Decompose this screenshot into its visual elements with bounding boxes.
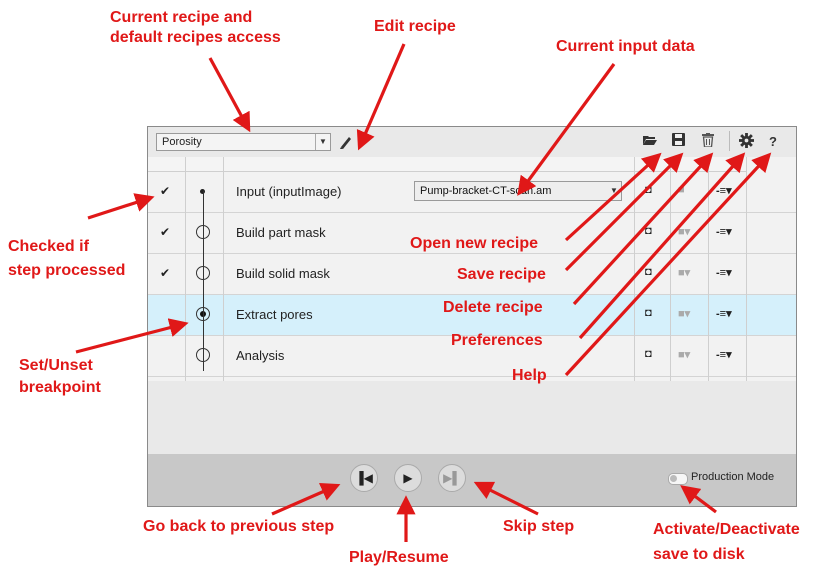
- arrow-recipe-dropdown: [208, 57, 251, 133]
- camera-icon[interactable]: ◘: [645, 225, 652, 237]
- processed-check-icon: ✔: [160, 225, 171, 239]
- chevron-down-icon: ▼: [610, 186, 618, 195]
- save-to-disk-icon[interactable]: ■▾: [678, 348, 690, 361]
- input-data-dropdown[interactable]: Pump-bracket-CT-scan.am ▼: [414, 181, 622, 201]
- trash-icon: [702, 133, 714, 148]
- processed-check-icon: ✔: [160, 266, 171, 280]
- options-dropdown-icon[interactable]: -≡▾: [716, 307, 732, 320]
- column-divider: [185, 157, 186, 381]
- camera-icon[interactable]: ◘: [645, 266, 652, 278]
- options-dropdown-icon[interactable]: -≡▾: [716, 184, 732, 197]
- column-divider: [746, 157, 747, 381]
- annotation-play-resume: Play/Resume: [349, 549, 449, 566]
- gear-icon: [738, 133, 754, 148]
- steps-table-header: [148, 157, 746, 172]
- annotation-set-unset-breakpoint: Set/Unset breakpoint: [19, 357, 101, 396]
- annotation-skip-step: Skip step: [503, 518, 575, 535]
- production-mode-label: Production Mode: [691, 471, 775, 483]
- recipe-dropdown[interactable]: Porosity ▼: [156, 133, 331, 151]
- options-dropdown-icon[interactable]: -≡▾: [716, 266, 732, 279]
- edit-recipe-button[interactable]: [338, 133, 354, 151]
- skip-forward-icon: ▶▌: [443, 471, 461, 485]
- folder-open-icon: [643, 136, 657, 145]
- column-divider: [708, 157, 709, 381]
- delete-recipe-button[interactable]: [699, 133, 717, 151]
- playback-bar: ▐◀ ▶ ▶▌ Production Mode: [148, 454, 796, 506]
- preferences-button[interactable]: [737, 133, 755, 151]
- skip-back-icon: ▐◀: [355, 471, 373, 485]
- open-recipe-button[interactable]: [641, 133, 659, 151]
- annotation-save-recipe: Save recipe: [457, 266, 546, 283]
- step-row[interactable]: ✔ Input (inputImage) Pump-bracket-CT-sca…: [148, 172, 796, 213]
- annotation-delete-recipe: Delete recipe: [443, 299, 543, 316]
- annotation-activate-save: Activate/Deactivate save to disk: [653, 521, 800, 563]
- step-name: Build solid mask: [236, 266, 330, 281]
- recipe-dropdown-value: Porosity: [162, 136, 202, 148]
- processed-check-icon: ✔: [160, 184, 171, 198]
- annotation-open-new-recipe: Open new recipe: [410, 235, 539, 252]
- previous-step-button[interactable]: ▐◀: [350, 464, 378, 492]
- step-name: Build part mask: [236, 225, 326, 240]
- help-button[interactable]: ?: [764, 133, 782, 151]
- help-icon: ?: [769, 134, 777, 149]
- column-divider: [223, 157, 224, 381]
- column-divider: [670, 157, 671, 381]
- column-divider: [634, 157, 635, 381]
- save-to-disk-icon[interactable]: ■▾: [678, 266, 690, 279]
- arrow-checked: [87, 193, 155, 220]
- production-mode-toggle[interactable]: [668, 473, 688, 485]
- input-data-value: Pump-bracket-CT-scan.am: [420, 185, 552, 197]
- play-resume-button[interactable]: ▶: [394, 464, 422, 492]
- pencil-icon: [340, 137, 351, 149]
- save-icon: [671, 133, 685, 146]
- options-dropdown-icon[interactable]: -≡▾: [716, 225, 732, 238]
- step-name: Analysis: [236, 348, 285, 363]
- camera-icon[interactable]: ◘: [645, 307, 652, 319]
- toolbar: Porosity ▼ ?: [148, 127, 796, 157]
- step-name: Input (inputImage): [236, 184, 342, 199]
- save-to-disk-icon[interactable]: ■▾: [678, 307, 690, 320]
- annotation-go-back: Go back to previous step: [143, 518, 335, 535]
- save-recipe-button[interactable]: [669, 133, 687, 151]
- annotation-checked-if: Checked if step processed: [8, 238, 126, 279]
- toolbar-separator: [729, 131, 730, 151]
- step-connector-line: [203, 191, 204, 371]
- annotation-recipe-access: Current recipe and default recipes acces…: [110, 9, 281, 46]
- chevron-down-icon: ▼: [315, 134, 330, 150]
- annotation-current-input: Current input data: [556, 38, 695, 55]
- annotation-help: Help: [512, 367, 547, 384]
- camera-icon[interactable]: ◘: [645, 348, 652, 360]
- play-icon: ▶: [403, 471, 413, 485]
- annotation-edit-recipe: Edit recipe: [374, 18, 456, 35]
- skip-step-button[interactable]: ▶▌: [438, 464, 466, 492]
- save-to-disk-icon[interactable]: ■▾: [678, 225, 690, 238]
- step-name: Extract pores: [236, 307, 313, 322]
- annotation-preferences: Preferences: [451, 332, 543, 349]
- options-dropdown-icon[interactable]: -≡▾: [716, 348, 732, 361]
- camera-icon[interactable]: ◘: [645, 184, 652, 196]
- save-to-disk-icon[interactable]: ■: [678, 184, 685, 196]
